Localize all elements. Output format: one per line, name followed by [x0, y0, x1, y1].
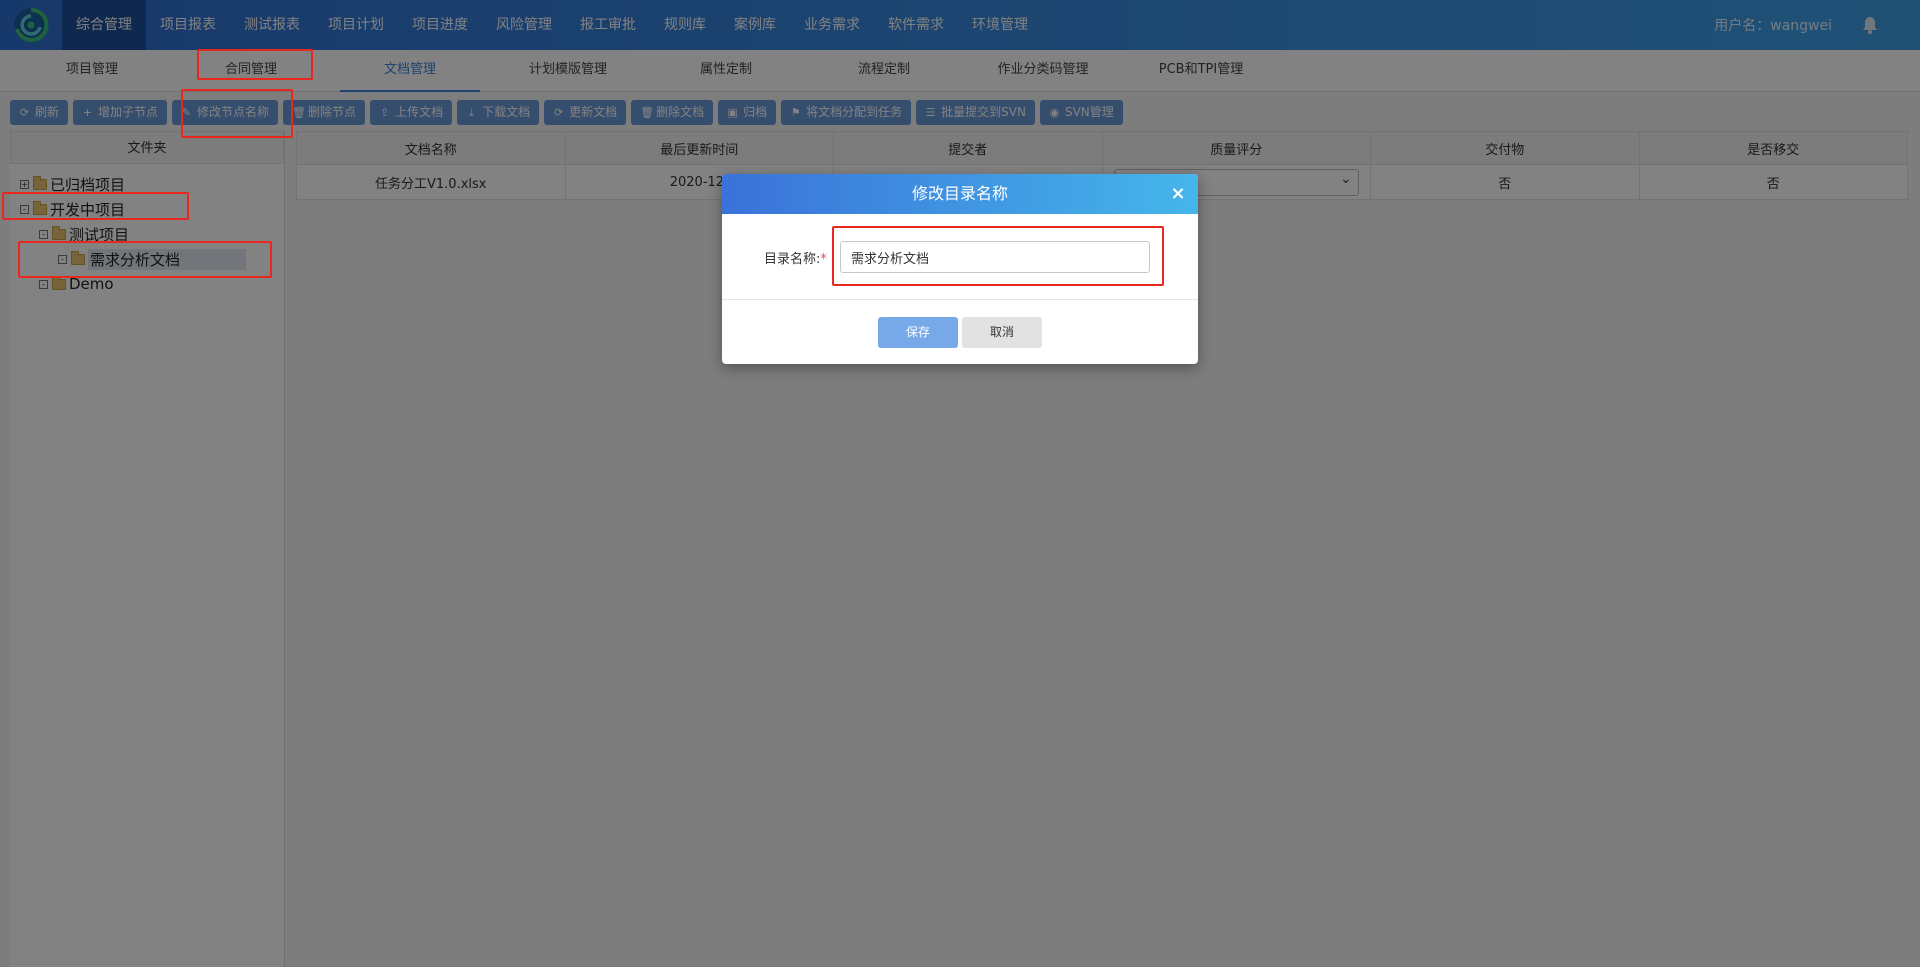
annotation-box-dev-projects — [2, 192, 189, 220]
dialog-header: 修改目录名称 × — [722, 174, 1198, 214]
directory-name-label: 目录名称:* — [764, 248, 827, 267]
annotation-box-rename-button — [181, 89, 293, 138]
close-icon[interactable]: × — [1166, 174, 1190, 214]
annotation-box-requirements-folder — [18, 241, 272, 278]
dialog-title: 修改目录名称 — [911, 184, 1008, 203]
directory-name-label-text: 目录名称: — [764, 252, 821, 267]
save-button[interactable]: 保存 — [878, 317, 958, 348]
annotation-box-contract-tab — [197, 49, 313, 80]
dialog-footer: 保存 取消 — [722, 300, 1198, 364]
modal-overlay[interactable] — [0, 0, 1920, 967]
cancel-button[interactable]: 取消 — [962, 317, 1042, 348]
annotation-box-name-input — [832, 226, 1164, 286]
required-mark: * — [820, 252, 827, 267]
